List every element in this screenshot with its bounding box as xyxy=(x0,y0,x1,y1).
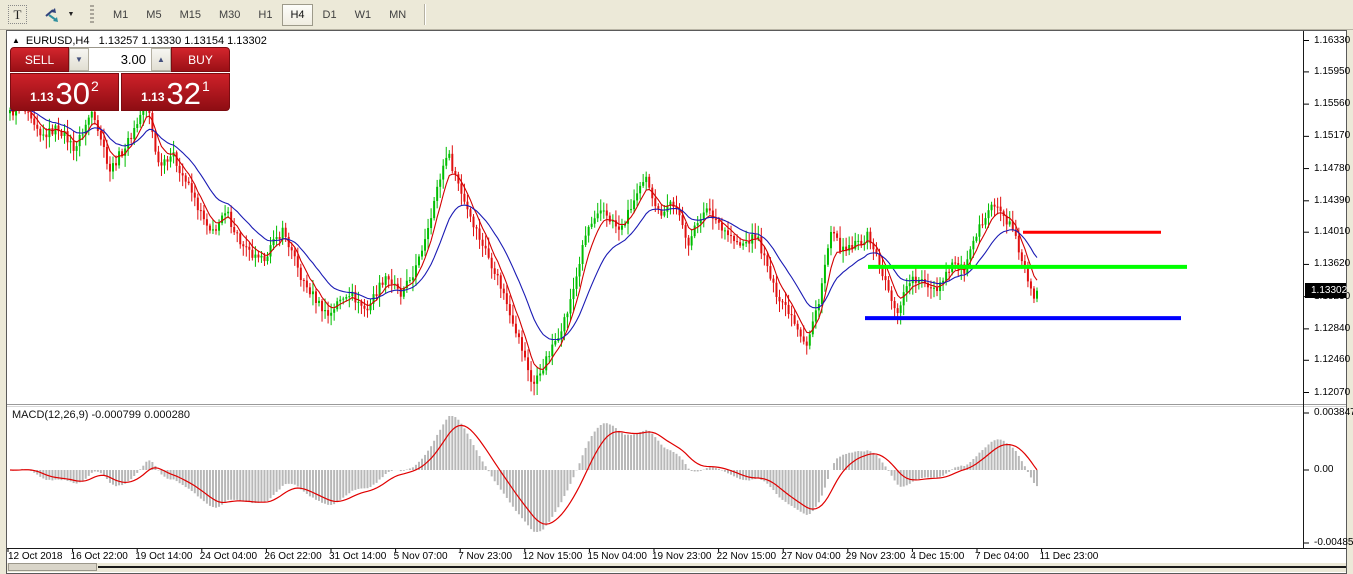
time-tick-label: 19 Oct 14:00 xyxy=(135,551,192,562)
macd-tick-label: 0.00 xyxy=(1314,464,1333,475)
symbol-ohlc-text: EURUSD,H4 1.13257 1.13330 1.13154 1.1330… xyxy=(26,35,267,47)
price-tick-label: 1.15560 xyxy=(1314,98,1350,109)
sell-button[interactable]: SELL xyxy=(10,47,69,72)
time-tick-label: 16 Oct 22:00 xyxy=(71,551,128,562)
time-axis[interactable]: 12 Oct 2018 16 Oct 22:00 19 Oct 14:00 24 Oc… xyxy=(7,550,1304,564)
buy-button[interactable]: BUY xyxy=(171,47,230,72)
time-tick-label: 27 Nov 04:00 xyxy=(781,551,841,562)
timeframe-button-mn[interactable]: MN xyxy=(381,4,414,26)
price-tick-label: 1.13620 xyxy=(1314,258,1350,269)
scrollbar-track-line xyxy=(98,566,1346,568)
timeframe-button-group: M1M5M15M30H1H4D1W1MN xyxy=(104,4,415,26)
chart-window: ▲ EURUSD,H4 1.13257 1.13330 1.13154 1.13… xyxy=(6,30,1347,574)
price-tick-label: 1.14010 xyxy=(1314,226,1350,237)
price-tick-label: 1.12070 xyxy=(1314,387,1350,398)
toolbar: T ▼ M1M5M15M30H1H4D1W1MN xyxy=(0,0,1353,30)
timeframe-button-m30[interactable]: M30 xyxy=(211,4,248,26)
price-tick-label: 1.16330 xyxy=(1314,35,1350,46)
current-price-badge: 1.13302 xyxy=(1305,283,1346,298)
volume-increase-button[interactable]: ▲ xyxy=(151,48,171,71)
macd-indicator-label: MACD(12,26,9) -0.000799 0.000280 xyxy=(12,409,190,421)
time-tick-label: 24 Oct 04:00 xyxy=(200,551,257,562)
buy-button-label: BUY xyxy=(188,53,213,67)
text-tool-button[interactable]: T xyxy=(8,5,27,24)
price-tick-label: 1.15950 xyxy=(1314,66,1350,77)
spin-up-icon: ▲ xyxy=(157,55,165,64)
price-axis[interactable]: 1.13302 1.163301.159501.155601.151701.14… xyxy=(1304,31,1346,548)
volume-input[interactable] xyxy=(89,48,151,71)
mt4-terminal: { "ui": { "collapse_arrow": "▲", "caret_… xyxy=(0,0,1353,574)
timeframe-button-m15[interactable]: M15 xyxy=(172,4,209,26)
arrows-dropdown-caret[interactable]: ▼ xyxy=(66,4,76,26)
time-tick-label: 12 Nov 15:00 xyxy=(523,551,583,562)
buy-price-prefix: 1.13 xyxy=(141,90,164,104)
macd-tick-label: 0.003847 xyxy=(1314,407,1353,418)
sell-price-button[interactable]: 1.13 30 2 xyxy=(10,73,119,111)
scrollbar-thumb[interactable] xyxy=(8,563,97,571)
toolbar-separator xyxy=(424,4,426,25)
timeframe-button-w1[interactable]: W1 xyxy=(347,4,380,26)
time-tick-label: 5 Nov 07:00 xyxy=(394,551,448,562)
time-tick-label: 26 Oct 22:00 xyxy=(264,551,321,562)
timeframe-button-m5[interactable]: M5 xyxy=(138,4,169,26)
timeframe-button-m1[interactable]: M1 xyxy=(105,4,136,26)
caret-down-icon: ▼ xyxy=(68,11,75,18)
time-tick-label: 19 Nov 23:00 xyxy=(652,551,712,562)
sell-button-label: SELL xyxy=(25,53,54,67)
price-tick-label: 1.12460 xyxy=(1314,354,1350,365)
sell-price-point: 2 xyxy=(91,78,99,94)
price-tick-label: 1.14780 xyxy=(1314,163,1350,174)
timeframe-button-h1[interactable]: H1 xyxy=(250,4,280,26)
buy-price-button[interactable]: 1.13 32 1 xyxy=(121,73,230,111)
price-tick-label: 1.12840 xyxy=(1314,323,1350,334)
one-click-panel-toggle-icon[interactable]: ▲ xyxy=(12,36,20,45)
sell-price-prefix: 1.13 xyxy=(30,90,53,104)
time-tick-label: 7 Dec 04:00 xyxy=(975,551,1029,562)
one-click-trade-panel: SELL ▼ ▲ BUY 1.13 30 2 1.13 xyxy=(10,47,230,111)
time-tick-label: 31 Oct 14:00 xyxy=(329,551,386,562)
time-tick-label: 29 Nov 23:00 xyxy=(846,551,906,562)
timeframe-button-h4[interactable]: H4 xyxy=(282,4,312,26)
buy-price-point: 1 xyxy=(202,78,210,94)
time-tick-label: 11 Dec 23:00 xyxy=(1040,551,1099,562)
price-tick-label: 1.15170 xyxy=(1314,130,1350,141)
volume-decrease-button[interactable]: ▼ xyxy=(69,48,89,71)
arrows-tool-icon xyxy=(43,7,61,23)
macd-tick-label: -0.004856 xyxy=(1314,537,1353,548)
horizontal-scrollbar xyxy=(7,563,1346,572)
time-tick-label: 15 Nov 04:00 xyxy=(587,551,647,562)
time-tick-label: 22 Nov 15:00 xyxy=(717,551,777,562)
timeframe-button-d1[interactable]: D1 xyxy=(315,4,345,26)
sell-price-pips: 30 xyxy=(56,78,90,109)
chart-info-line: ▲ EURUSD,H4 1.13257 1.13330 1.13154 1.13… xyxy=(12,34,267,47)
price-tick-label: 1.14390 xyxy=(1314,195,1350,206)
time-tick-label: 12 Oct 2018 xyxy=(8,551,62,562)
spin-down-icon: ▼ xyxy=(75,55,83,64)
time-tick-label: 7 Nov 23:00 xyxy=(458,551,512,562)
buy-price-pips: 32 xyxy=(167,78,201,109)
chart-canvas[interactable] xyxy=(7,31,1346,573)
volume-stepper: ▼ ▲ xyxy=(69,47,171,72)
text-tool-icon: T xyxy=(14,7,22,22)
toolbar-drag-handle[interactable] xyxy=(90,5,94,25)
time-tick-label: 4 Dec 15:00 xyxy=(910,551,964,562)
arrows-tool-button[interactable] xyxy=(41,4,63,26)
